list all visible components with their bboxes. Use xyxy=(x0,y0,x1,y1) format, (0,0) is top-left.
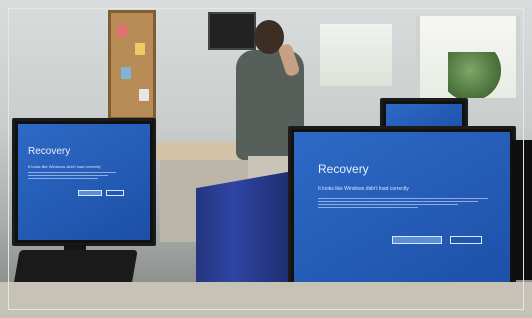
recovery-subtitle-left: It looks like Windows didn't load correc… xyxy=(28,164,101,169)
recovery-body-left xyxy=(28,172,116,181)
recovery-primary-button-right xyxy=(392,236,442,244)
photo-scene: Recovery It looks like Windows didn't lo… xyxy=(0,0,532,318)
screen-right: Recovery It looks like Windows didn't lo… xyxy=(294,132,510,298)
dark-edge xyxy=(512,140,532,280)
recovery-subtitle-right: It looks like Windows didn't load correc… xyxy=(318,186,409,192)
recovery-primary-button-left xyxy=(78,190,102,196)
plant xyxy=(448,52,504,98)
recovery-body-right xyxy=(318,198,488,210)
window-background xyxy=(320,24,392,86)
monitor-right: Recovery It looks like Windows didn't lo… xyxy=(288,126,516,304)
monitor-left: Recovery It looks like Windows didn't lo… xyxy=(12,118,156,246)
recovery-secondary-button-right xyxy=(450,236,482,244)
screen-left: Recovery It looks like Windows didn't lo… xyxy=(18,124,150,240)
recovery-secondary-button-left xyxy=(106,190,124,196)
desk-front xyxy=(0,282,532,318)
recovery-title-right: Recovery xyxy=(318,162,369,176)
corkboard xyxy=(108,10,156,120)
recovery-title-left: Recovery xyxy=(28,146,71,157)
